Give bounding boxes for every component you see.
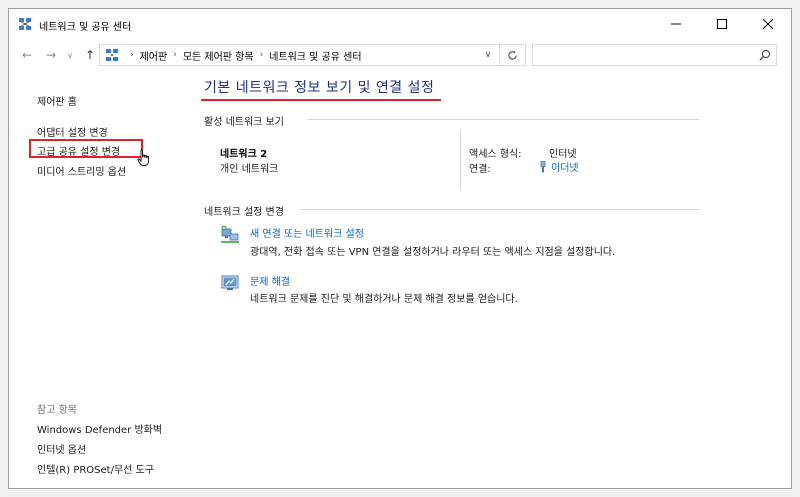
troubleshoot-description: 네트워크 문제를 진단 및 해결하거나 문제 해결 정보를 얻습니다.: [250, 294, 518, 305]
maximize-icon: [717, 19, 727, 29]
sidebar-item-internet-options[interactable]: 인터넷 옵션: [37, 441, 86, 456]
sidebar: 제어판 홈 어댑터 설정 변경 고급 공유 설정 변경 미디어 스트리밍 옵션 …: [9, 69, 189, 489]
new-connection-description: 광대역, 전화 접속 또는 VPN 연결을 설정하거나 라우터 또는 액세스 지…: [250, 247, 616, 258]
chevron-down-icon: ∨: [67, 50, 73, 60]
ethernet-link[interactable]: 이더넷: [539, 159, 579, 174]
connection-label: 연결:: [469, 164, 491, 175]
recent-locations-button[interactable]: ∨: [65, 46, 75, 64]
breadcrumb-separator-icon: ›: [259, 50, 264, 60]
access-type-value: 인터넷: [549, 149, 577, 160]
sidebar-item-control-panel-home[interactable]: 제어판 홈: [37, 93, 77, 108]
search-input[interactable]: [532, 44, 777, 66]
title-underline: [201, 99, 441, 101]
breadcrumb: › 제어판 › 모든 제어판 항목 › 네트워크 및 공유 센터: [124, 45, 362, 65]
network-center-icon: [19, 18, 31, 30]
back-button[interactable]: ←: [18, 46, 36, 64]
active-networks-heading: 활성 네트워크 보기: [204, 117, 284, 128]
ethernet-link-label: 이더넷: [551, 163, 579, 174]
sidebar-item-media-streaming[interactable]: 미디어 스트리밍 옵션: [37, 163, 126, 178]
breadcrumb-separator-icon: ›: [130, 50, 134, 60]
refresh-icon: [508, 50, 517, 60]
address-dropdown-button[interactable]: ∨: [477, 45, 499, 65]
refresh-button[interactable]: [500, 44, 526, 66]
breadcrumb-all-items[interactable]: 모든 제어판 항목: [183, 48, 254, 63]
up-button[interactable]: ↑: [81, 46, 99, 64]
sidebar-item-intel-proset[interactable]: 인텔(R) PROSet/무선 도구: [37, 461, 154, 476]
navigation-bar: ← → ∨ ↑ › 제어판 › 모든 제어판 항목 › 네트워크 및 공유 센터…: [9, 41, 791, 69]
see-also-caption: 참고 항목: [37, 405, 77, 416]
forward-button[interactable]: →: [42, 46, 60, 64]
hand-cursor-icon: [137, 149, 150, 166]
troubleshoot-link[interactable]: 문제 해결: [250, 273, 290, 288]
troubleshoot-icon: [221, 275, 239, 290]
arrow-right-icon: →: [45, 48, 57, 62]
network-type: 개인 네트워크: [220, 164, 279, 175]
arrow-left-icon: ←: [21, 48, 33, 62]
control-panel-icon: [106, 49, 118, 61]
minimize-button[interactable]: [653, 9, 699, 39]
close-button[interactable]: [745, 9, 791, 39]
section-divider: [307, 119, 699, 120]
access-type-label: 액세스 형식:: [469, 149, 522, 160]
close-icon: [763, 19, 773, 29]
new-connection-link[interactable]: 새 연결 또는 네트워크 설정: [250, 225, 364, 240]
new-connection-icon: [221, 225, 239, 243]
address-bar[interactable]: › 제어판 › 모든 제어판 항목 › 네트워크 및 공유 센터 ∨: [99, 44, 500, 66]
breadcrumb-control-panel[interactable]: 제어판: [140, 48, 168, 63]
network-name: 네트워크 2: [220, 149, 268, 160]
search-icon: [759, 49, 771, 61]
highlight-box: [29, 139, 143, 158]
section-divider: [301, 209, 699, 210]
minimize-icon: [671, 23, 681, 25]
control-panel-window: 네트워크 및 공유 센터 ← → ∨ ↑ › 제어판 › 모든 제어판 항목 ›…: [8, 8, 792, 489]
change-settings-heading: 네트워크 설정 변경: [204, 207, 284, 218]
page-title: 기본 네트워크 정보 보기 및 연결 설정: [204, 80, 435, 96]
network-divider: [460, 131, 461, 189]
breadcrumb-network-center[interactable]: 네트워크 및 공유 센터: [269, 48, 361, 63]
chevron-down-icon: ∨: [484, 50, 492, 60]
title-bar[interactable]: 네트워크 및 공유 센터: [9, 9, 791, 39]
maximize-button[interactable]: [699, 9, 745, 39]
breadcrumb-separator-icon: ›: [173, 50, 177, 60]
sidebar-item-defender-firewall[interactable]: Windows Defender 방화벽: [37, 421, 162, 436]
sidebar-item-adapter-settings[interactable]: 어댑터 설정 변경: [37, 124, 108, 139]
ethernet-icon: [540, 160, 546, 172]
window-title: 네트워크 및 공유 센터: [39, 22, 132, 33]
arrow-up-icon: ↑: [84, 48, 96, 62]
main-content: 기본 네트워크 정보 보기 및 연결 설정 활성 네트워크 보기 네트워크 2 …: [189, 69, 789, 489]
